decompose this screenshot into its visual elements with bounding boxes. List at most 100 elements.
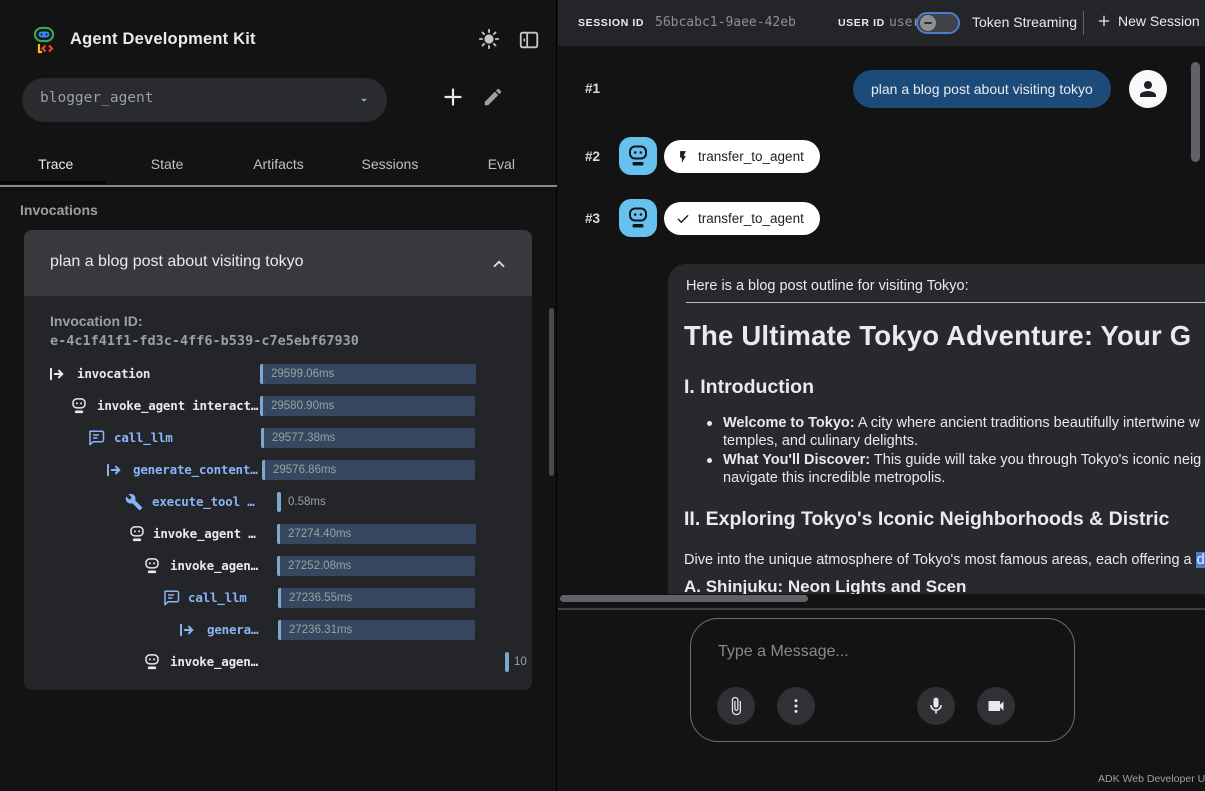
- pencil-icon: [482, 86, 504, 108]
- blog-clipped-heading: A. Shinjuku: Neon Lights and Scen: [684, 577, 966, 594]
- tab-eval[interactable]: Eval: [446, 146, 557, 187]
- session-id-label: SESSION ID: [578, 17, 644, 29]
- user-avatar: [1129, 70, 1167, 108]
- robot-icon: [626, 206, 650, 230]
- bot-message-card: Here is a blog post outline for visiting…: [668, 264, 1205, 594]
- toggle-thumb: [920, 15, 936, 31]
- trace-bar: 27252.08ms: [277, 556, 475, 576]
- bot-avatar: [619, 199, 657, 237]
- video-button[interactable]: [977, 687, 1015, 725]
- trace-row[interactable]: execute_tool … 0.58ms: [24, 486, 532, 518]
- token-streaming-label: Token Streaming: [972, 14, 1077, 30]
- collapse-panel-button[interactable]: [516, 27, 542, 53]
- paperclip-icon: [726, 696, 746, 716]
- arrow-right-icon: [178, 621, 196, 639]
- trace-row[interactable]: generate_content… 29576.86ms: [24, 454, 532, 486]
- session-id-value: 56bcabc1-9aee-42eb: [655, 15, 796, 30]
- session-bar: SESSION ID 56bcabc1-9aee-42eb USER ID us…: [558, 0, 1205, 46]
- robot-icon: [143, 557, 161, 575]
- message-index: #3: [585, 211, 600, 226]
- sun-icon: [478, 28, 500, 50]
- blog-bullet-continuation: navigate this incredible metropolis.: [723, 470, 945, 486]
- blog-bullet: What You'll Discover: This guide will ta…: [723, 451, 1201, 470]
- invocation-prompt: plan a blog post about visiting tokyo: [50, 253, 304, 271]
- tab-state[interactable]: State: [111, 146, 222, 187]
- trace-row[interactable]: genera… 27236.31ms: [24, 614, 532, 646]
- invocation-id: e-4c1f41f1-fd3c-4ff6-b539-c7e5ebf67930: [50, 333, 359, 349]
- blog-bullet-continuation: temples, and culinary delights.: [723, 433, 918, 449]
- invocation-card: plan a blog post about visiting tokyo In…: [24, 230, 532, 690]
- blog-section1-heading: I. Introduction: [684, 376, 814, 399]
- trace-bar: 27236.31ms: [278, 620, 475, 640]
- trace-bar: 27236.55ms: [278, 588, 475, 608]
- invocation-header[interactable]: plan a blog post about visiting tokyo: [24, 230, 532, 296]
- blog-section2-heading: II. Exploring Tokyo's Iconic Neighborhoo…: [684, 508, 1169, 531]
- robot-icon: [143, 653, 161, 671]
- person-icon: [1136, 77, 1160, 101]
- panel-collapse-icon: [518, 29, 540, 51]
- agent-select-value: blogger_agent: [40, 90, 154, 106]
- robot-icon: [626, 144, 650, 168]
- streaming-cursor: d: [1196, 552, 1205, 568]
- trace-row[interactable]: invoke_agen… 27252.08ms: [24, 550, 532, 582]
- more-options-button[interactable]: [777, 687, 815, 725]
- invocation-id-label: Invocation ID:: [50, 313, 143, 329]
- robot-icon: [128, 525, 146, 543]
- add-button[interactable]: [439, 83, 467, 111]
- wrench-icon: [125, 493, 143, 511]
- chat-input-divider: [558, 608, 1205, 610]
- user-message-bubble: plan a blog post about visiting tokyo: [853, 70, 1111, 108]
- attach-button[interactable]: [717, 687, 755, 725]
- trace-bar: [277, 492, 281, 512]
- active-tab-indicator: [0, 181, 106, 184]
- plus-icon: [1096, 13, 1112, 29]
- message-composer: [690, 618, 1075, 742]
- trace-bar: 27274.40ms: [277, 524, 476, 544]
- function-call-chip[interactable]: transfer_to_agent: [664, 140, 820, 173]
- message-index: #2: [585, 149, 600, 164]
- sidebar-scrollbar[interactable]: [549, 308, 554, 476]
- trace-row[interactable]: invoke_agent … 27274.40ms: [24, 518, 532, 550]
- chat-panel: SESSION ID 56bcabc1-9aee-42eb USER ID us…: [558, 0, 1205, 791]
- trace-bar: 29599.06ms: [260, 364, 476, 384]
- arrow-right-icon: [48, 365, 66, 383]
- app-title: Agent Development Kit: [70, 30, 256, 49]
- theme-toggle-button[interactable]: [476, 26, 502, 52]
- trace-row[interactable]: call_llm 27236.55ms: [24, 582, 532, 614]
- user-id-label: USER ID: [838, 17, 885, 29]
- more-vert-icon: [786, 696, 806, 716]
- trace-row[interactable]: invocation 29599.06ms: [24, 358, 532, 390]
- footer-text: ADK Web Developer UI: [1098, 773, 1205, 785]
- message-index: #1: [585, 81, 600, 96]
- mic-icon: [926, 696, 946, 716]
- adk-logo-icon: [28, 24, 60, 56]
- bot-avatar: [619, 137, 657, 175]
- agent-select[interactable]: blogger_agent: [22, 78, 387, 122]
- trace-bar: 29577.38ms: [261, 428, 475, 448]
- blog-divider: [686, 302, 1205, 303]
- chat-icon: [87, 429, 105, 447]
- chevron-up-icon: [490, 255, 508, 273]
- tab-sessions[interactable]: Sessions: [334, 146, 445, 187]
- function-response-chip[interactable]: transfer_to_agent: [664, 202, 820, 235]
- trace-row[interactable]: invoke_agen… 10: [24, 646, 532, 678]
- check-icon: [676, 212, 690, 226]
- trace-bar: 29576.86ms: [262, 460, 475, 480]
- new-session-button[interactable]: New Session: [1096, 13, 1200, 29]
- trace-row[interactable]: call_llm 29577.38ms: [24, 422, 532, 454]
- blog-intro: Here is a blog post outline for visiting…: [686, 278, 969, 294]
- horizontal-scrollbar[interactable]: [560, 595, 808, 602]
- videocam-icon: [986, 696, 1006, 716]
- edit-agent-button[interactable]: [481, 85, 504, 108]
- tab-artifacts[interactable]: Artifacts: [223, 146, 334, 187]
- mic-button[interactable]: [917, 687, 955, 725]
- robot-icon: [70, 397, 88, 415]
- tabs-divider: [0, 185, 557, 187]
- token-streaming-toggle[interactable]: [916, 12, 960, 34]
- trace-row[interactable]: invoke_agent interact… 29580.90ms: [24, 390, 532, 422]
- chat-icon: [162, 589, 180, 607]
- vertical-scrollbar[interactable]: [1191, 62, 1200, 162]
- bolt-icon: [676, 150, 690, 164]
- message-input[interactable]: [718, 639, 1048, 665]
- adk-app: Agent Development Kit blogger_a: [0, 0, 1205, 791]
